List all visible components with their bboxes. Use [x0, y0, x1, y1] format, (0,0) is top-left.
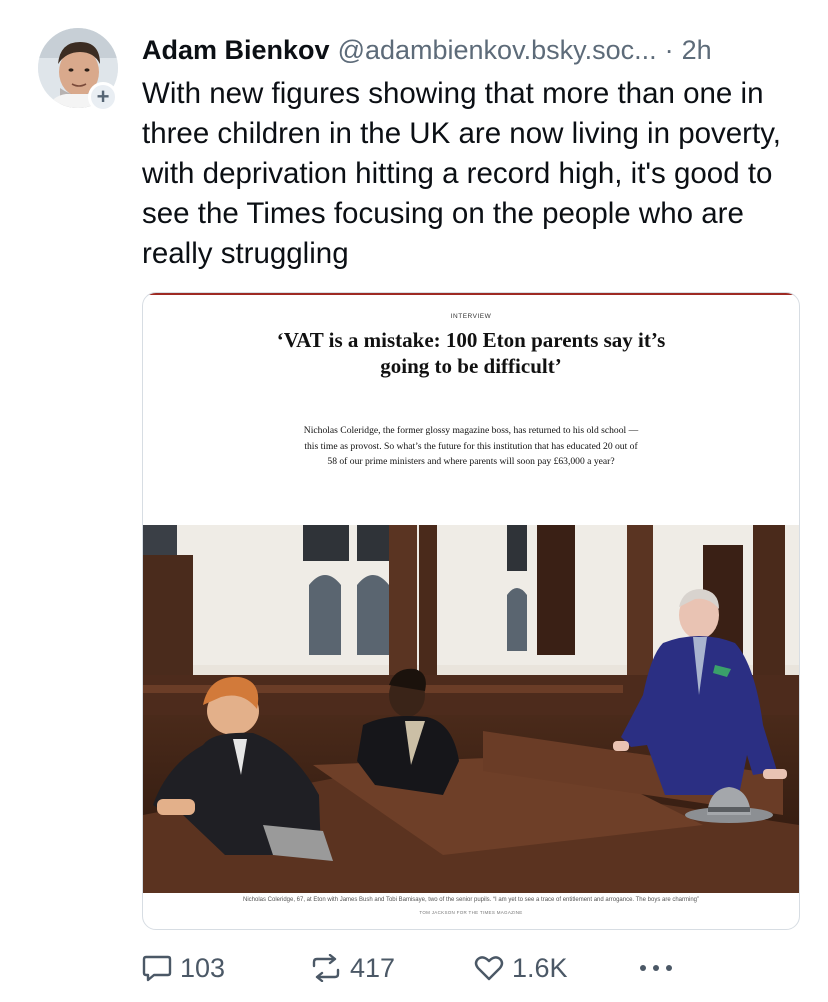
article-headline: ‘VAT is a mistake: 100 Eton parents say …	[276, 328, 666, 378]
post-timestamp[interactable]: 2h	[682, 35, 712, 66]
repost-count: 417	[350, 952, 396, 983]
reply-count: 103	[180, 952, 226, 983]
article-accent-rule	[143, 293, 799, 295]
photo-caption: Nicholas Coleridge, 67, at Eton with Jam…	[242, 897, 700, 903]
post-actions: 103 417 1.6K	[142, 950, 702, 986]
article-photo	[143, 525, 799, 893]
repost-icon	[312, 954, 340, 982]
more-options-button[interactable]	[638, 950, 682, 986]
embedded-image-card[interactable]: INTERVIEW ‘VAT is a mistake: 100 Eton pa…	[142, 292, 800, 930]
speech-bubble-icon	[142, 955, 172, 982]
like-button[interactable]: 1.6K	[474, 950, 568, 986]
feed-post[interactable]: + Adam Bienkov @adambienkov.bsky.soc... …	[0, 0, 828, 1002]
like-count: 1.6K	[512, 952, 568, 983]
author-display-name[interactable]: Adam Bienkov	[142, 35, 330, 66]
post-text: With new figures showing that more than …	[142, 77, 781, 270]
post-header: Adam Bienkov @adambienkov.bsky.soc... · …	[142, 28, 812, 72]
follow-button[interactable]: +	[88, 82, 118, 112]
photo-credit: TOM JACKSON FOR THE TIMES MAGAZINE	[419, 910, 523, 915]
article-standfirst: Nicholas Coleridge, the former glossy ma…	[303, 425, 639, 467]
author-handle[interactable]: @adambienkov.bsky.soc...	[338, 35, 657, 66]
repost-button[interactable]: 417	[310, 950, 395, 986]
plus-icon: +	[96, 84, 110, 109]
header-separator: ·	[664, 34, 674, 65]
heart-icon	[474, 956, 504, 981]
reply-button[interactable]: 103	[142, 950, 225, 986]
article-kicker: INTERVIEW	[450, 313, 492, 320]
ellipsis-icon	[640, 965, 672, 971]
